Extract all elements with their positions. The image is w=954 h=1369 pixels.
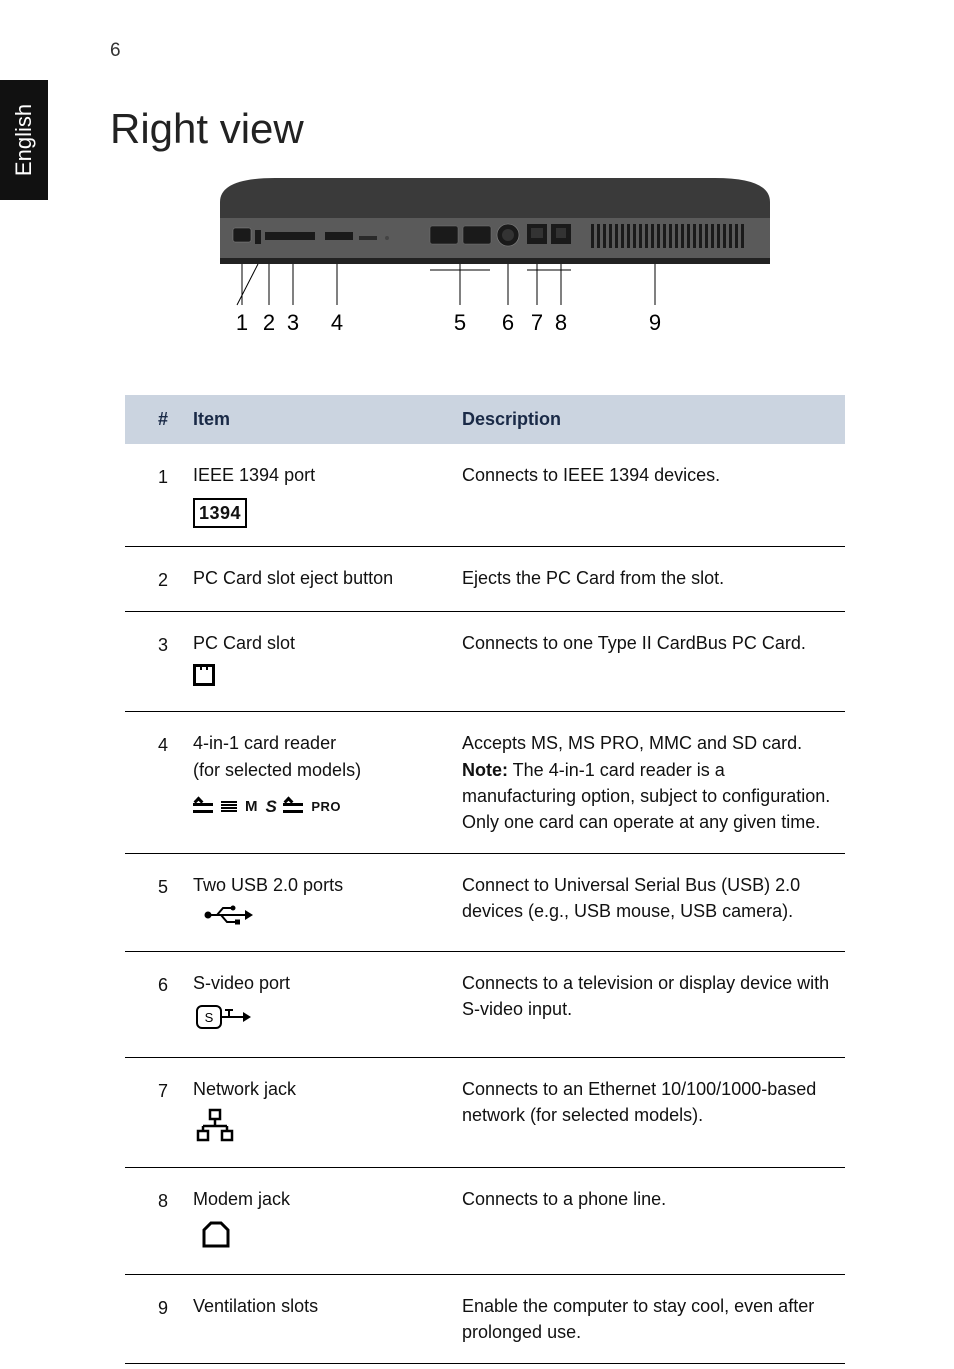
item-name-line1: 4-in-1 card reader (193, 730, 462, 756)
callout-9: 9 (649, 310, 661, 335)
item-description: Connects to a television or display devi… (462, 970, 835, 1039)
item-description: Connects to a phone line. (462, 1186, 835, 1255)
table-row: 4 4-in-1 card reader (for selected model… (125, 712, 845, 853)
item-name: IEEE 1394 port (193, 462, 462, 488)
row-number: 7 (139, 1076, 187, 1149)
header-number: # (139, 409, 187, 430)
table-row: 8 Modem jack Connects to a phone line. (125, 1168, 845, 1274)
table-row: 9 Ventilation slots Enable the computer … (125, 1275, 845, 1364)
item-name: Network jack (193, 1076, 462, 1102)
row-number: 1 (139, 462, 187, 528)
table-row: 7 Network jack Connects to an Ethernet 1… (125, 1058, 845, 1168)
item-name: S-video port (193, 970, 462, 996)
pro-label: PRO (311, 798, 341, 817)
item-description: Connects to one Type II CardBus PC Card. (462, 630, 835, 693)
item-name: Ventilation slots (187, 1293, 462, 1345)
callout-7: 7 (531, 310, 543, 335)
item-description: Enable the computer to stay cool, even a… (462, 1293, 835, 1345)
language-label: English (11, 104, 37, 176)
table-row: 2 PC Card slot eject button Ejects the P… (125, 547, 845, 612)
memorystick-icon (193, 800, 213, 814)
callout-8: 8 (555, 310, 567, 335)
item-name: Two USB 2.0 ports (193, 872, 462, 898)
item-name: PC Card slot eject button (187, 565, 462, 593)
row-number: 9 (139, 1293, 187, 1345)
item-description: Connects to IEEE 1394 devices. (462, 462, 835, 528)
mmc-icon (221, 801, 237, 812)
row-number: 4 (139, 730, 187, 834)
table-row: 6 S-video port S Connects to a televisio… (125, 952, 845, 1058)
callout-4: 4 (331, 310, 343, 335)
language-tab: English (0, 80, 48, 200)
callout-3: 3 (287, 310, 299, 335)
row-number: 5 (139, 872, 187, 933)
callout-1: 1 (236, 310, 248, 335)
table-row: 3 PC Card slot Connects to one Type II C… (125, 612, 845, 712)
m-logo: M (245, 796, 258, 818)
item-description-note: Note: The 4-in-1 card reader is a manufa… (462, 757, 835, 835)
card-reader-logos: M S PRO (193, 795, 462, 820)
ethernet-icon (195, 1108, 235, 1149)
row-number: 3 (139, 630, 187, 693)
section-heading: Right view (110, 105, 304, 153)
sd-logo: S (266, 795, 276, 820)
row-number: 2 (139, 565, 187, 593)
right-view-diagram: 1 2 3 4 5 6 7 8 9 (215, 170, 775, 370)
item-description: Ejects the PC Card from the slot. (462, 565, 835, 593)
ieee1394-icon: 1394 (193, 498, 247, 528)
item-description-line1: Accepts MS, MS PRO, MMC and SD card. (462, 730, 835, 756)
item-name-line2: (for selected models) (193, 757, 462, 783)
row-number: 6 (139, 970, 187, 1039)
usb-icon (203, 904, 253, 933)
note-text: The 4-in-1 card reader is a manufacturin… (462, 760, 830, 832)
memorystick-icon (283, 800, 303, 814)
page-number: 6 (110, 40, 121, 62)
modem-icon (201, 1221, 231, 1256)
svideo-icon: S (195, 1002, 251, 1039)
item-description: Connects to an Ethernet 10/100/1000-base… (462, 1076, 835, 1149)
note-label: Note: (462, 760, 508, 780)
item-description: Connect to Universal Serial Bus (USB) 2.… (462, 872, 835, 933)
header-description: Description (462, 409, 835, 430)
table-header-row: # Item Description (125, 395, 845, 444)
item-name: Modem jack (193, 1186, 462, 1212)
table-row: 1 IEEE 1394 port 1394 Connects to IEEE 1… (125, 444, 845, 547)
features-table: # Item Description 1 IEEE 1394 port 1394… (125, 395, 845, 1364)
callout-6: 6 (502, 310, 514, 335)
callout-5: 5 (454, 310, 466, 335)
table-row: 5 Two USB 2.0 ports Connect to Universal… (125, 854, 845, 952)
pc-card-slot-icon (193, 664, 215, 686)
item-name: PC Card slot (193, 630, 462, 656)
row-number: 8 (139, 1186, 187, 1255)
header-item: Item (187, 409, 462, 430)
callout-2: 2 (263, 310, 275, 335)
svg-text:S: S (205, 1010, 214, 1025)
